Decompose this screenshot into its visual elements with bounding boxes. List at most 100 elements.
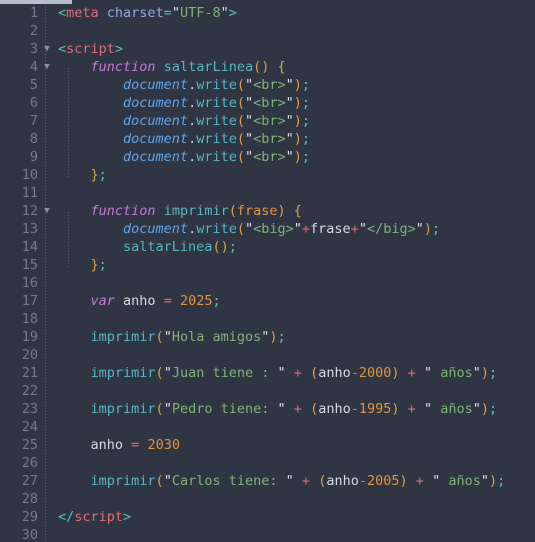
code-text[interactable]: imprimir("Hola amigos"); [58, 328, 535, 346]
code-line[interactable]: 7 document.write("<br>"); [0, 112, 535, 130]
code-line[interactable]: 3 ▼ <script> [0, 40, 535, 58]
token: ; [301, 149, 311, 165]
code-line[interactable]: 14 saltarLinea(); [0, 238, 535, 256]
token: ( [236, 113, 245, 129]
token: " [285, 77, 294, 93]
code-line[interactable]: 29 </script> [0, 508, 535, 526]
code-line[interactable]: 5 document.write("<br>"); [0, 76, 535, 94]
token: " [244, 95, 254, 111]
token: <br> [253, 131, 286, 147]
code-text[interactable]: anho = 2030 [58, 436, 535, 454]
token: - [358, 473, 367, 489]
code-line[interactable]: 6 document.write("<br>"); [0, 94, 535, 112]
code-text[interactable]: var anho = 2025; [58, 292, 535, 310]
token: ( [228, 203, 237, 219]
code-line[interactable]: 10 }; [0, 166, 535, 184]
token: function [90, 203, 156, 219]
code-line[interactable]: 27 imprimir("Carlos tiene: " + (anho-200… [0, 472, 535, 490]
code-line[interactable]: 13 document.write("<big>"+frase+"</big>"… [0, 220, 535, 238]
token: document [123, 131, 189, 147]
token: ; [301, 77, 311, 93]
token: Carlos tiene: [171, 473, 286, 489]
token: write [196, 95, 237, 111]
code-text[interactable]: }; [58, 256, 535, 274]
code-editor[interactable]: 1 <meta charset="UTF-8"> 2 3 ▼ <script> 4 ▼ fun… [0, 0, 535, 542]
code-line[interactable]: 8 document.write("<br>"); [0, 130, 535, 148]
line-number: 21 [21, 365, 38, 381]
code-line[interactable]: 23 imprimir("Pedro tiene: " + (anho-1995… [0, 400, 535, 418]
fold-arrow-icon[interactable]: ▼ [41, 40, 53, 58]
code-lines-container[interactable]: 1 <meta charset="UTF-8"> 2 3 ▼ <script> 4 ▼ fun… [0, 4, 535, 542]
code-text[interactable]: document.write("<br>"); [58, 76, 535, 94]
code-line[interactable]: 2 [0, 22, 535, 40]
code-line[interactable]: 30 [0, 526, 535, 542]
code-line[interactable]: 18 [0, 310, 535, 328]
token: anho [90, 437, 124, 453]
code-text[interactable]: document.write("<big>"+frase+"</big>"); [58, 220, 535, 238]
code-text[interactable]: imprimir("Juan tiene : " + (anho-2000) +… [58, 364, 535, 382]
code-line[interactable]: 11 [0, 184, 535, 202]
token: ( [155, 365, 164, 381]
line-number: 4 [29, 59, 38, 75]
line-number: 11 [21, 185, 38, 201]
token: ) [488, 473, 498, 489]
token: > [123, 509, 132, 525]
code-line[interactable]: 16 [0, 274, 535, 292]
token: " [163, 473, 172, 489]
code-text[interactable]: <script> [58, 40, 535, 58]
token: . [188, 221, 197, 237]
code-line[interactable]: 4 ▼ function saltarLinea() { [0, 58, 535, 76]
code-line[interactable]: 1 <meta charset="UTF-8"> [0, 4, 535, 22]
code-text[interactable]: </script> [58, 508, 535, 526]
code-text[interactable]: imprimir("Carlos tiene: " + (anho-2005) … [58, 472, 535, 490]
token: ( [155, 473, 164, 489]
code-text[interactable]: document.write("<br>"); [58, 112, 535, 130]
fold-arrow-icon[interactable]: ▼ [41, 202, 53, 220]
token: + [407, 401, 416, 417]
code-text[interactable]: document.write("<br>"); [58, 148, 535, 166]
code-text[interactable]: function saltarLinea() { [58, 58, 535, 76]
code-text[interactable]: document.write("<br>"); [58, 130, 535, 148]
code-line[interactable]: 21 imprimir("Juan tiene : " + (anho-2000… [0, 364, 535, 382]
code-text[interactable]: saltarLinea(); [58, 238, 535, 256]
token: ; [228, 239, 237, 255]
token: saltarLinea [123, 239, 213, 255]
code-text[interactable]: }; [58, 166, 535, 184]
token: . [188, 95, 197, 111]
token: . [188, 113, 197, 129]
code-line[interactable]: 22 [0, 382, 535, 400]
token: ) [391, 365, 400, 381]
code-line[interactable]: 24 [0, 418, 535, 436]
code-line[interactable]: 25 anho = 2030 [0, 436, 535, 454]
code-text[interactable]: document.write("<br>"); [58, 94, 535, 112]
code-text[interactable]: imprimir("Pedro tiene: " + (anho-1995) +… [58, 400, 535, 418]
fold-arrow-icon[interactable]: ▼ [41, 58, 53, 76]
code-text[interactable]: <meta charset="UTF-8"> [58, 4, 535, 22]
token: ) [399, 473, 408, 489]
code-line[interactable]: 9 document.write("<br>"); [0, 148, 535, 166]
code-line[interactable]: 12 ▼ function imprimir(frase) { [0, 202, 535, 220]
token: " [423, 401, 433, 417]
token: " [163, 365, 172, 381]
code-line[interactable]: 17 var anho = 2025; [0, 292, 535, 310]
code-line[interactable]: 15 }; [0, 256, 535, 274]
token: ; [301, 113, 311, 129]
token: <br> [253, 77, 286, 93]
token: ; [489, 365, 498, 381]
token: imprimir [163, 203, 229, 219]
code-line[interactable]: 19 imprimir("Hola amigos"); [0, 328, 535, 346]
code-line[interactable]: 20 [0, 346, 535, 364]
code-line[interactable]: 28 [0, 490, 535, 508]
code-line[interactable]: 26 [0, 454, 535, 472]
token: + [415, 473, 424, 489]
line-number: 9 [29, 149, 38, 165]
code-text[interactable]: function imprimir(frase) { [58, 202, 535, 220]
